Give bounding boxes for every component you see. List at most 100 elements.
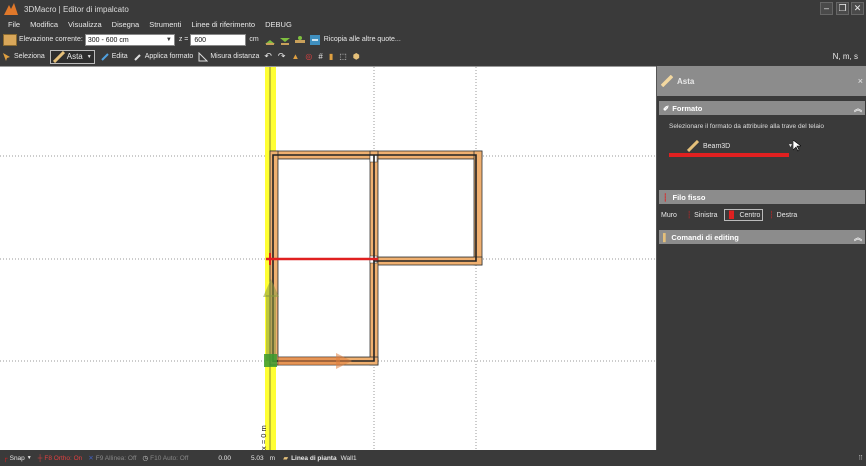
copy-levels-icon[interactable] [309,34,321,46]
edit-tool-label: Edita [111,53,128,60]
undo-icon[interactable]: ↶ [264,51,272,62]
maximize-button[interactable]: ❐ [836,2,849,15]
lifebuoy-icon[interactable]: ◎ [305,52,312,61]
edit-icon [101,52,109,61]
close-window-button[interactable]: ✕ [851,2,864,15]
collapse-down-icon[interactable]: ︽ [854,232,862,243]
measure-distance-button[interactable]: Misura distanza [198,51,259,62]
format-brush-icon [133,53,141,61]
format-error-underline [669,153,789,157]
elevation-select-value: 300 - 600 cm [87,36,129,44]
destra-option[interactable]: Destra [777,212,798,219]
format-section-title: Formato [672,103,703,113]
axis-label: x = 0 m [259,425,268,450]
auto-label: F10 Auto: Off [150,454,189,462]
beam-icon [52,50,65,63]
menu-file[interactable]: File [8,20,20,29]
title-bar: 3DMacro | Editor di impalcato – ❐ ✕ [0,0,866,18]
elevation-select[interactable]: 300 - 600 cm ▼ [84,33,175,46]
clock-icon: ◷ [142,455,149,462]
cube-icon[interactable]: ⬢ [353,52,360,61]
floor-up-icon[interactable] [264,34,276,46]
x-axis-gizmo[interactable] [278,357,340,365]
sinistra-option[interactable]: Sinistra [694,212,717,219]
dashed-line-icon: ┆ [663,192,668,202]
menu-visualizza[interactable]: Visualizza [68,20,102,29]
floor-down-icon[interactable] [279,34,291,46]
menu-bar: File Modifica Visualizza Disegna Strumen… [0,18,866,31]
elevation-icon [3,33,17,46]
properties-panel: Asta × ✐ Formato ︽ Selezionare il format… [656,66,866,450]
menu-modifica[interactable]: Modifica [30,20,58,29]
snap-toggle[interactable]: ┌ Snap ▼ [3,455,32,462]
format-description: Selezionare il formato da attribuire all… [669,123,825,130]
grid-icon[interactable]: # [318,52,322,61]
units-selector[interactable]: N, m, s [833,52,858,61]
panel-title: Asta [677,76,695,86]
edit-tool-button[interactable]: Edita [100,52,128,62]
centro-option[interactable]: ▐▌ Centro [723,209,764,221]
muro-label: Muro [661,211,677,219]
redo-icon[interactable]: ↷ [278,51,286,62]
destra-icon: ┆ [769,212,774,219]
z-label: z = [178,36,189,43]
close-panel-button[interactable]: × [858,76,863,86]
dashed-box-icon[interactable]: ⬚ [339,52,347,61]
select-tool-label: Seleziona [14,53,45,60]
menu-disegna[interactable]: Disegna [112,20,140,29]
select-tool-button[interactable]: Seleziona [2,52,45,62]
snap-label: Snap [9,454,25,462]
menu-linee-riferimento[interactable]: Linee di riferimento [191,20,255,29]
filo-fisso-section-header[interactable]: ┆ Filo fisso [659,190,865,204]
apply-format-label: Applica formato [144,53,194,60]
format-select[interactable]: Beam3D ▼ [687,140,793,152]
columns-icon[interactable]: ▮ [329,52,333,61]
floor-copy-icon[interactable] [294,34,306,46]
asta-tool-button[interactable]: Asta ▼ [49,49,95,64]
coord-x: 0.00 [218,454,231,462]
editing-section-title: Comandi di editing [671,232,739,242]
minimize-button[interactable]: – [820,2,833,15]
resize-grip-icon[interactable]: ⠿ [858,454,863,462]
tools-toolbar: Seleziona Asta ▼ Edita Applica formato M… [0,48,866,65]
window-title: 3DMacro | Editor di impalcato [24,4,129,14]
layers-icon[interactable]: ▲ [291,52,299,61]
muro-row: Muro ┆ Sinistra ▐▌ Centro ┆ Destra [661,209,797,221]
chevron-down-icon: ▼ [165,36,172,43]
ortho-label: F8 Ortho: On [44,454,83,462]
z-input[interactable]: 600 [190,33,247,46]
ortho-toggle[interactable]: ┼ F8 Ortho: On [38,455,83,462]
drawing-canvas[interactable]: x = 0 m [0,66,656,450]
y-axis-gizmo[interactable] [266,295,276,361]
beam-icon: ▌ [663,232,669,242]
coord-y: 5.03 [250,454,264,462]
allinea-icon: ✕ [88,455,94,462]
allinea-label: F9 Allinea: Off [95,454,137,462]
elevation-toolbar: Elevazione corrente: 300 - 600 cm ▼ z = … [0,31,866,48]
copy-levels-button[interactable]: Ricopia alle altre quote... [324,36,401,43]
chevron-down-icon: ▼ [26,455,32,461]
collapse-up-icon[interactable]: ︽ [854,103,862,114]
centro-icon: ▐▌ [726,211,737,219]
auto-toggle[interactable]: ◷ F10 Auto: Off [142,454,189,463]
editing-section-header[interactable]: ▌ Comandi di editing ︽ [659,230,865,244]
menu-strumenti[interactable]: Strumenti [149,20,181,29]
snap-icon: ┌ [3,454,8,462]
format-section-header[interactable]: ✐ Formato ︽ [659,101,865,115]
origin-gizmo[interactable] [264,354,277,367]
coord-unit: m [269,454,276,462]
status-bar: ┌ Snap ▼ ┼ F8 Ortho: On ✕ F9 Allinea: Of… [0,450,866,466]
format-brush-icon: ✐ [663,103,670,113]
apply-format-button[interactable]: Applica formato [133,52,194,62]
menu-debug[interactable]: DEBUG [265,20,292,29]
app-logo-icon [4,3,18,15]
ruler-icon [198,51,209,61]
unit-label: cm [249,36,259,43]
beam-icon [661,75,673,87]
panel-title-bar: Asta × [657,66,866,96]
plan-drawing[interactable]: x = 0 m [0,67,656,450]
layer-value: Wall1 [340,454,357,462]
layer-icon: ▰ [283,455,289,462]
allinea-toggle[interactable]: ✕ F9 Allinea: Off [88,454,137,463]
beam-icon [687,140,699,152]
